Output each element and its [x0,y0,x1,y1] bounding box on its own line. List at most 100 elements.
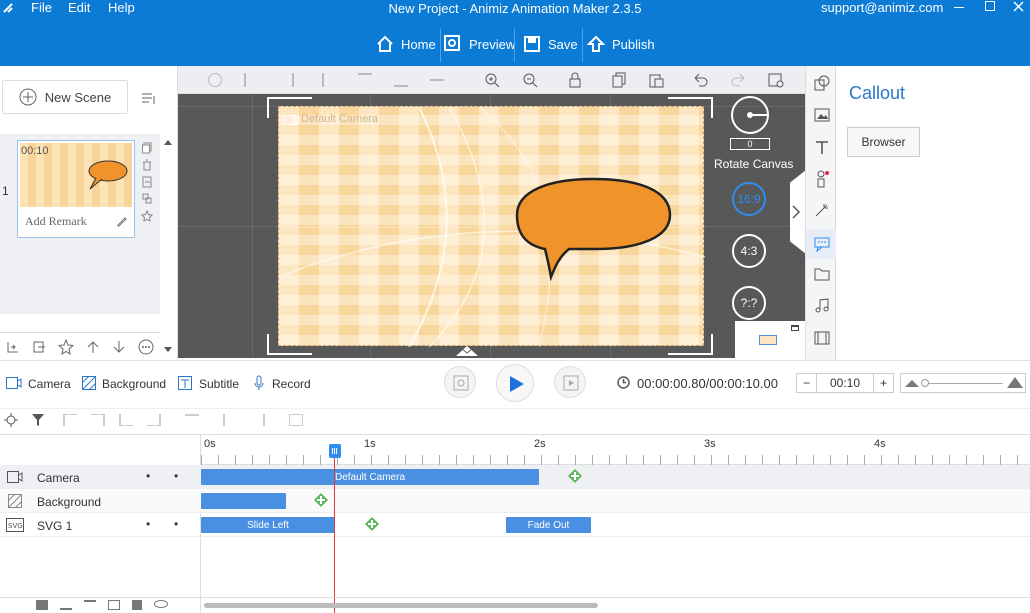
align-center-icon[interactable] [322,73,336,87]
track-visible-dot[interactable]: • [146,469,150,483]
minimize-icon[interactable] [954,7,964,8]
clip-slide-left[interactable]: Slide Left [201,517,335,533]
redo-icon[interactable] [730,72,746,88]
close-icon[interactable] [1013,1,1024,12]
collapse-canvas-icon[interactable] [456,344,478,356]
track-visible-dot[interactable]: • [146,517,150,531]
text-icon[interactable] [814,139,830,155]
zoom-handle[interactable] [921,379,929,387]
zoom-slider[interactable] [900,373,1026,393]
move-down-icon[interactable] [60,600,72,610]
support-email[interactable]: support@animiz.com [821,0,943,15]
copy-object-icon[interactable] [612,72,626,88]
zoom-out-icon[interactable] [522,72,538,88]
ratio-custom-button[interactable]: ?:? [732,286,766,320]
playhead-handle[interactable] [329,444,341,458]
minus-icon[interactable]: − [797,374,817,392]
plus-icon[interactable]: + [873,374,893,392]
stack-icon[interactable] [185,414,199,426]
lock-icon[interactable] [132,600,142,610]
add-camera-button[interactable]: Camera [28,377,71,391]
align-middle-icon[interactable] [430,79,444,93]
track-lock-dot[interactable]: • [174,517,178,531]
zoom-in-icon[interactable] [484,72,500,88]
edit-icon[interactable] [116,215,128,227]
image-icon[interactable] [814,107,830,123]
next-frame-button[interactable] [554,366,586,398]
locate-icon[interactable] [4,413,18,427]
play-button[interactable] [496,364,534,402]
save-button[interactable]: Save [522,34,578,54]
more-icon[interactable] [138,339,154,355]
horizontal-scrollbar[interactable] [204,603,598,608]
shift-right-icon[interactable] [251,414,265,426]
folder-icon[interactable] [814,266,830,282]
ratio-16-9-button[interactable]: 16:9 [732,182,766,216]
preview-button[interactable]: Preview [443,34,515,54]
video-icon[interactable] [814,330,830,346]
home-button[interactable]: Home [375,34,436,54]
mini-map[interactable] [735,321,805,358]
chevron-right-icon[interactable] [791,205,801,219]
clip-fade-out[interactable]: Fade Out [506,517,591,533]
folder-icon[interactable] [36,600,48,610]
scroll-up-icon[interactable] [163,138,173,146]
browser-button[interactable]: Browser [847,127,920,157]
filter-icon[interactable] [31,413,45,427]
export-scene-icon[interactable] [32,340,46,354]
scroll-down-icon[interactable] [163,346,173,354]
duplicate-icon[interactable] [142,193,152,205]
export-icon[interactable] [142,176,152,188]
eye-icon[interactable] [154,600,168,608]
move-up-icon[interactable] [86,340,100,354]
scene-card[interactable]: 00:10 Add Remark [17,140,135,238]
move-up-icon[interactable] [84,600,96,610]
add-keyframe-icon[interactable] [568,469,582,483]
align-top-icon[interactable] [358,73,372,87]
rotate-value[interactable]: 0 [730,138,770,150]
align-right-icon[interactable] [280,73,294,87]
clip-background[interactable] [201,493,286,509]
align-bottom-icon[interactable] [394,73,408,87]
music-icon[interactable] [814,298,830,314]
duration-stepper[interactable]: − 00:10 + [796,373,894,393]
align-start-icon[interactable] [63,414,77,426]
delete-icon[interactable] [142,159,152,171]
add-background-button[interactable]: Background [102,377,166,391]
shift-left-icon[interactable] [223,414,237,426]
add-remark[interactable]: Add Remark [25,214,87,229]
distribute-icon[interactable] [119,414,133,426]
trash-icon[interactable] [108,600,120,610]
distribute-end-icon[interactable] [147,414,161,426]
lock-icon[interactable] [568,72,582,88]
shapes-icon[interactable] [814,75,830,91]
import-icon[interactable] [6,340,20,354]
minimize-map-icon[interactable] [791,325,799,331]
new-scene-button[interactable]: New Scene [2,80,128,114]
group-icon[interactable] [208,73,222,87]
clip-default-camera[interactable]: Default Camera [201,469,539,485]
publish-button[interactable]: Publish [586,34,655,54]
track-lock-dot[interactable]: • [174,469,178,483]
record-button[interactable]: Record [272,377,311,391]
scene-list-icon[interactable] [140,90,158,108]
effects-wand-icon[interactable] [814,202,830,218]
align-left-icon[interactable] [244,73,258,87]
settings-icon[interactable] [289,414,303,426]
zoom-preview-button[interactable] [444,366,476,398]
star-icon[interactable] [141,210,153,222]
maximize-icon[interactable] [985,1,995,11]
add-subtitle-button[interactable]: Subtitle [199,377,239,391]
character-icon[interactable] [814,170,830,188]
duration-value[interactable]: 00:10 [817,374,873,392]
favorite-star-icon[interactable] [58,338,74,355]
time-ruler[interactable]: 0s 1s 2s 3s 4s [201,435,1030,465]
ratio-4-3-button[interactable]: 4:3 [732,234,766,268]
add-keyframe-icon[interactable] [365,517,379,531]
undo-icon[interactable] [693,72,709,88]
align-end-icon[interactable] [91,414,105,426]
callout-icon[interactable] [814,236,830,252]
add-keyframe-icon[interactable] [314,493,328,507]
paste-icon[interactable] [648,72,664,88]
settings-list-icon[interactable] [768,72,784,88]
